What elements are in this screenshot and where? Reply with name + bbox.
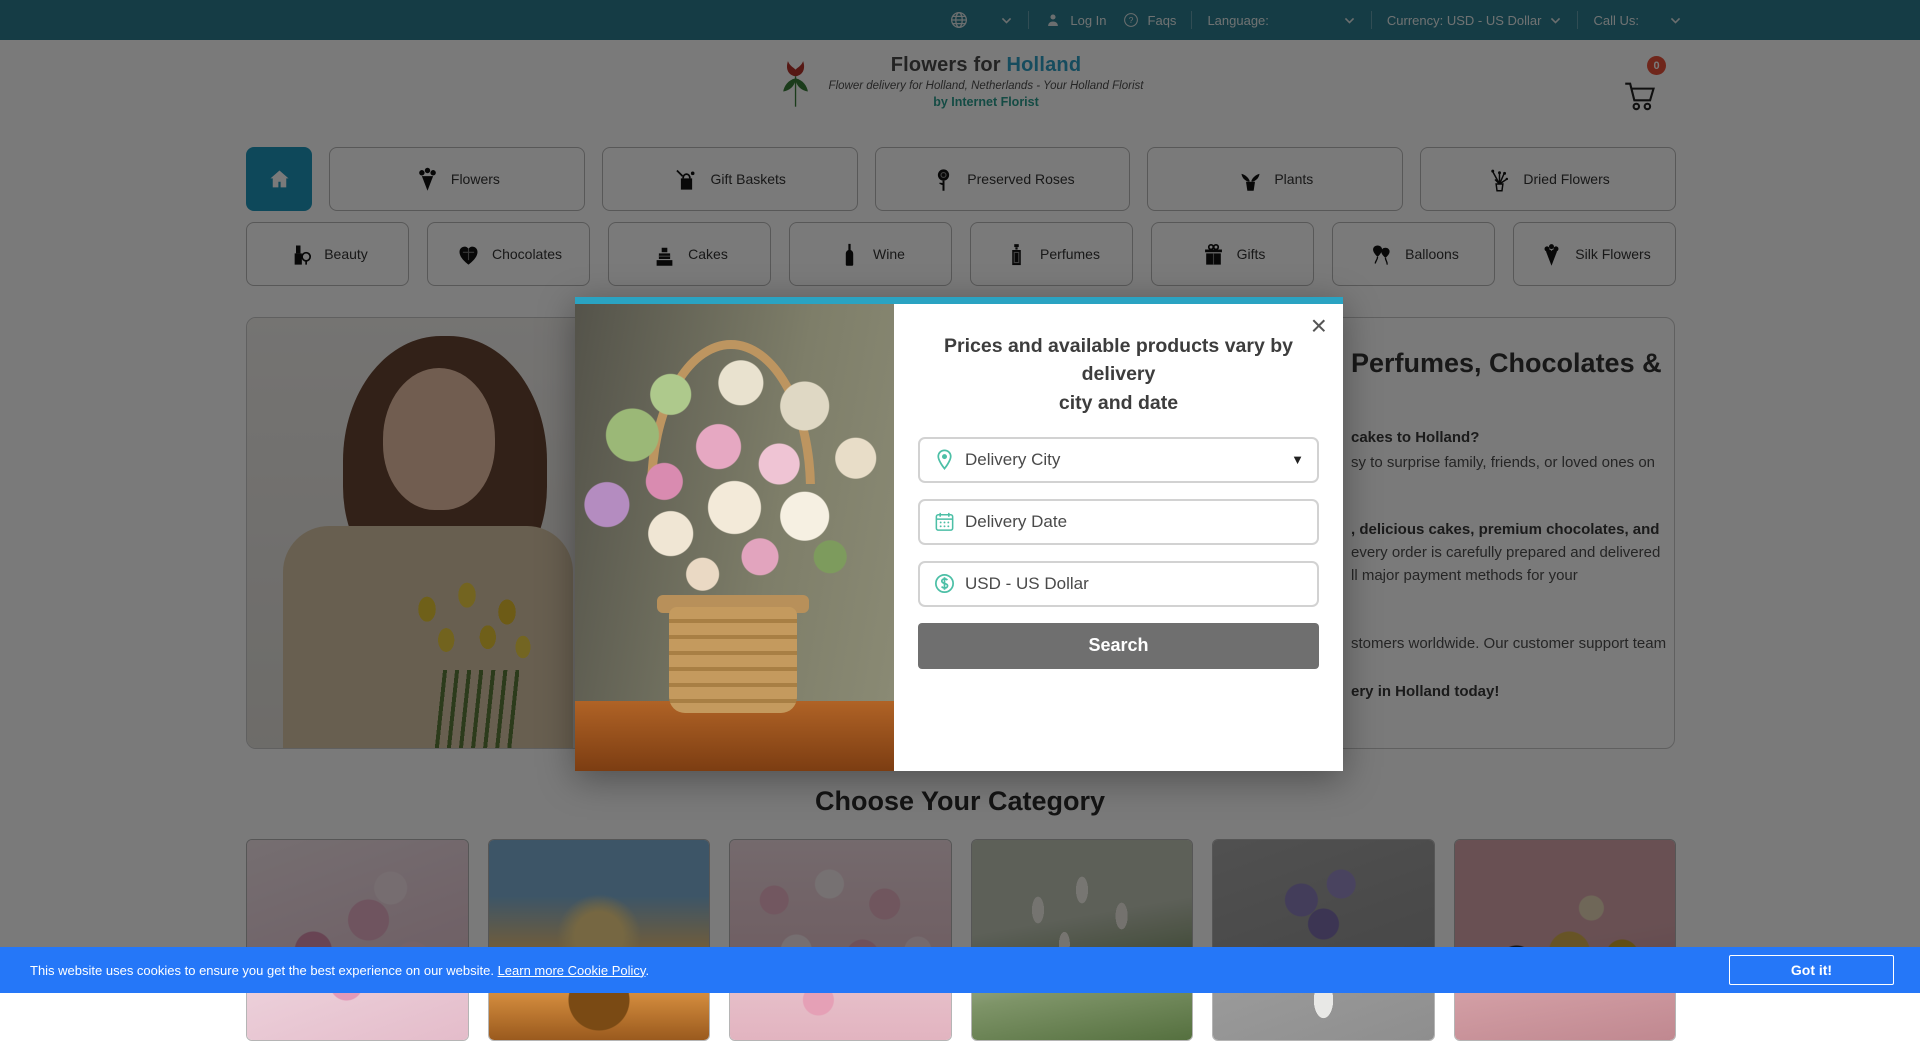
photo-shape (669, 607, 797, 713)
cookie-accept-button[interactable]: Got it! (1729, 955, 1894, 985)
flower-basket-photo (575, 304, 894, 771)
dollar-coin-icon (933, 572, 956, 595)
delivery-search-modal: × Prices and available products vary by … (575, 297, 1343, 771)
cookie-message: This website uses cookies to ensure you … (30, 963, 649, 978)
cookie-policy-link[interactable]: Learn more Cookie Policy (498, 963, 646, 978)
modal-title: Prices and available products vary by de… (918, 332, 1319, 417)
currency-field[interactable]: USD - US Dollar (918, 561, 1319, 607)
delivery-city-value: Delivery City (965, 450, 1060, 470)
delivery-date-input[interactable]: Delivery Date (918, 499, 1319, 545)
modal-body: Prices and available products vary by de… (894, 304, 1343, 771)
search-button[interactable]: Search (918, 623, 1319, 669)
cookie-consent-bar: This website uses cookies to ensure you … (0, 947, 1920, 993)
location-pin-icon (933, 448, 956, 471)
delivery-date-value: Delivery Date (965, 512, 1067, 532)
calendar-icon (933, 510, 956, 533)
delivery-city-select[interactable]: Delivery City ▼ (918, 437, 1319, 483)
dropdown-caret-icon: ▼ (1291, 452, 1304, 467)
currency-value: USD - US Dollar (965, 574, 1089, 594)
